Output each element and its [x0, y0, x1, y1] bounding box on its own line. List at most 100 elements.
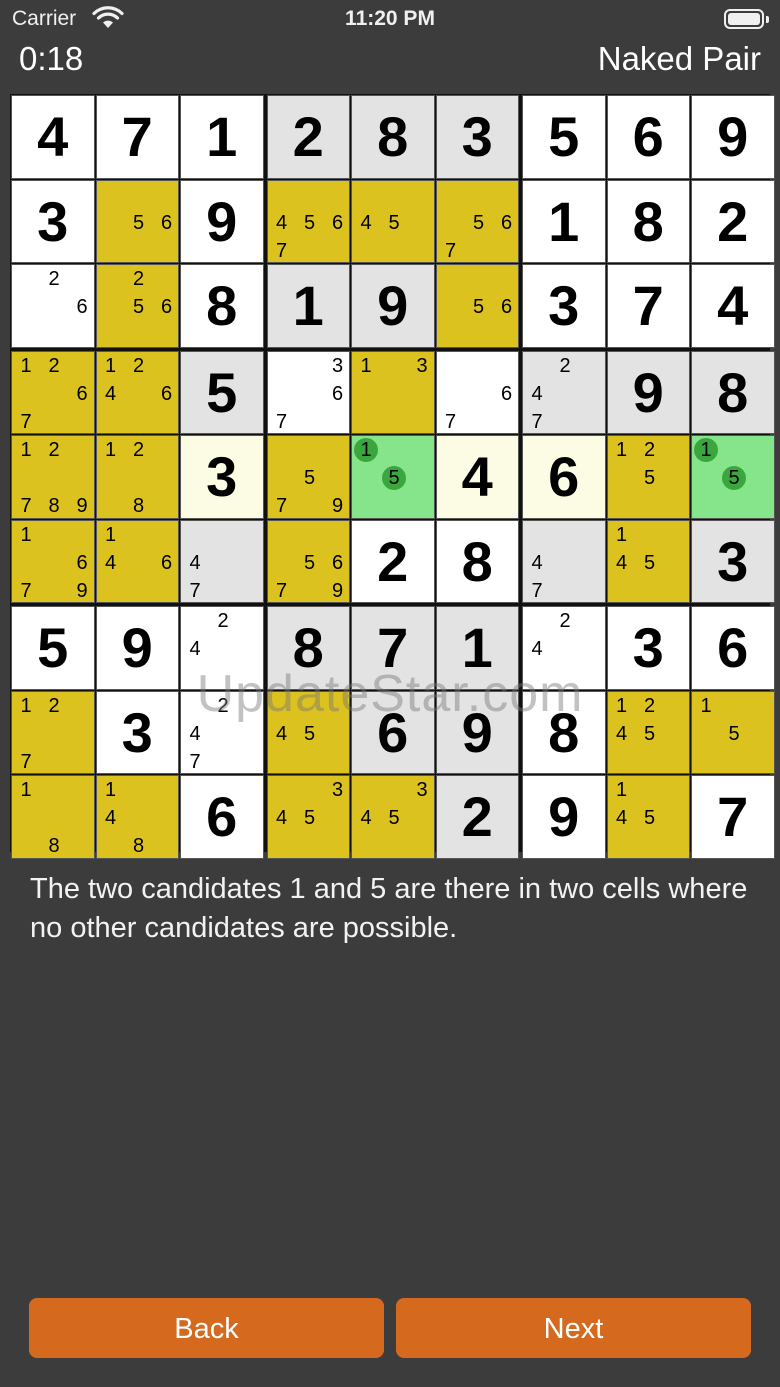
sudoku-cell-r2c7[interactable]: 1 — [522, 179, 606, 263]
sudoku-cell-r8c9[interactable]: 15 — [691, 690, 775, 774]
sudoku-cell-r2c4[interactable]: 456 7 — [266, 179, 350, 263]
sudoku-cell-r1c8[interactable]: 6 — [606, 95, 690, 179]
sudoku-cell-r7c2[interactable]: 9 — [95, 606, 179, 690]
sudoku-cell-r3c5[interactable]: 9 — [351, 264, 435, 348]
sudoku-cell-r7c6[interactable]: 1 — [435, 606, 519, 690]
sudoku-cell-r8c8[interactable]: 1245 — [606, 690, 690, 774]
candidate: 1 — [20, 694, 32, 717]
sudoku-cell-r9c4[interactable]: 3 45 — [266, 775, 350, 859]
sudoku-cell-r3c9[interactable]: 4 — [691, 264, 775, 348]
sudoku-cell-r4c6[interactable]: 67 — [435, 350, 519, 434]
sudoku-cell-r8c7[interactable]: 8 — [522, 690, 606, 774]
sudoku-cell-r6c6[interactable]: 8 — [435, 519, 519, 603]
sudoku-cell-r2c6[interactable]: 56 7 — [435, 179, 519, 263]
sudoku-cell-r4c1[interactable]: 126 7 — [11, 350, 95, 434]
sudoku-cell-r7c9[interactable]: 6 — [691, 606, 775, 690]
sudoku-cell-r4c8[interactable]: 9 — [606, 350, 690, 434]
sudoku-cell-r1c1[interactable]: 4 — [11, 95, 95, 179]
sudoku-cell-r5c2[interactable]: 12 8 — [95, 435, 179, 519]
sudoku-cell-r7c3[interactable]: 24 — [180, 606, 264, 690]
sudoku-cell-r9c3[interactable]: 6 — [180, 775, 264, 859]
sudoku-cell-r5c6[interactable]: 4 — [435, 435, 519, 519]
sudoku-cell-r9c7[interactable]: 9 — [522, 775, 606, 859]
sudoku-cell-r5c7[interactable]: 6 — [522, 435, 606, 519]
sudoku-cell-r9c9[interactable]: 7 — [691, 775, 775, 859]
sudoku-cell-r4c3[interactable]: 5 — [180, 350, 264, 434]
candidate: 6 — [160, 382, 173, 405]
sudoku-cell-r3c2[interactable]: 2 56 — [95, 264, 179, 348]
candidate: 4 — [189, 722, 201, 745]
sudoku-cell-r3c8[interactable]: 7 — [606, 264, 690, 348]
sudoku-cell-r3c7[interactable]: 3 — [522, 264, 606, 348]
back-button[interactable]: Back — [29, 1298, 384, 1358]
sudoku-cell-r6c9[interactable]: 3 — [691, 519, 775, 603]
sudoku-cell-r7c7[interactable]: 24 — [522, 606, 606, 690]
cell-value: 3 — [37, 189, 69, 253]
sudoku-cell-r8c4[interactable]: 45 — [266, 690, 350, 774]
sudoku-cell-r2c5[interactable]: 45 — [351, 179, 435, 263]
sudoku-cell-r3c3[interactable]: 8 — [180, 264, 264, 348]
sudoku-cell-r7c4[interactable]: 8 — [266, 606, 350, 690]
candidate: 1 — [20, 439, 32, 461]
highlighted-candidate: 5 — [722, 466, 746, 490]
sudoku-cell-r9c5[interactable]: 3 45 — [351, 775, 435, 859]
sudoku-cell-r2c1[interactable]: 3 — [11, 179, 95, 263]
sudoku-cell-r1c9[interactable]: 9 — [691, 95, 775, 179]
sudoku-cell-r2c3[interactable]: 9 — [180, 179, 264, 263]
sudoku-cell-r1c3[interactable]: 1 — [180, 95, 264, 179]
sudoku-cell-r4c4[interactable]: 3 6 7 — [266, 350, 350, 434]
sudoku-cell-r8c2[interactable]: 3 — [95, 690, 179, 774]
sudoku-cell-r8c6[interactable]: 9 — [435, 690, 519, 774]
sudoku-cell-r2c9[interactable]: 2 — [691, 179, 775, 263]
sudoku-cell-r1c4[interactable]: 2 — [266, 95, 350, 179]
sudoku-cell-r4c9[interactable]: 8 — [691, 350, 775, 434]
candidate: 6 — [76, 382, 88, 405]
sudoku-cell-r6c2[interactable]: 1 4 6 — [95, 519, 179, 603]
sudoku-cell-r9c2[interactable]: 1 48 — [95, 775, 179, 859]
sudoku-cell-r5c5[interactable]: 15 — [351, 435, 435, 519]
status-time: 11:20 PM — [345, 7, 435, 30]
sudoku-cell-r6c4[interactable]: 56 7 9 — [266, 519, 350, 603]
sudoku-cell-r1c7[interactable]: 5 — [522, 95, 606, 179]
sudoku-cell-r3c6[interactable]: 56 — [435, 264, 519, 348]
sudoku-cell-r3c4[interactable]: 1 — [266, 264, 350, 348]
sudoku-cell-r9c1[interactable]: 18 — [11, 775, 95, 859]
candidate: 4 — [360, 807, 372, 829]
candidate: 7 — [189, 579, 201, 602]
sudoku-cell-r5c8[interactable]: 12 5 — [606, 435, 690, 519]
sudoku-cell-r3c1[interactable]: 26 — [11, 264, 95, 348]
candidate: 1 — [360, 354, 372, 377]
sudoku-cell-r7c8[interactable]: 3 — [606, 606, 690, 690]
sudoku-cell-r7c1[interactable]: 5 — [11, 606, 95, 690]
sudoku-cell-r6c7[interactable]: 47 — [522, 519, 606, 603]
sudoku-cell-r7c5[interactable]: 7 — [351, 606, 435, 690]
candidate: 7 — [444, 410, 457, 433]
cell-value: 8 — [717, 360, 749, 424]
cell-value: 2 — [292, 105, 324, 169]
sudoku-cell-r1c5[interactable]: 8 — [351, 95, 435, 179]
sudoku-cell-r8c5[interactable]: 6 — [351, 690, 435, 774]
next-button[interactable]: Next — [396, 1298, 751, 1358]
sudoku-cell-r8c3[interactable]: 24 7 — [180, 690, 264, 774]
sudoku-cell-r4c5[interactable]: 13 — [351, 350, 435, 434]
sudoku-cell-r5c4[interactable]: 57 9 — [266, 435, 350, 519]
sudoku-cell-r9c6[interactable]: 2 — [435, 775, 519, 859]
sudoku-cell-r6c1[interactable]: 1679 — [11, 519, 95, 603]
sudoku-cell-r5c3[interactable]: 3 — [180, 435, 264, 519]
sudoku-cell-r1c6[interactable]: 3 — [435, 95, 519, 179]
sudoku-cell-r1c2[interactable]: 7 — [95, 95, 179, 179]
candidate: 2 — [132, 268, 145, 290]
cell-value: 5 — [206, 360, 238, 424]
sudoku-cell-r2c8[interactable]: 8 — [606, 179, 690, 263]
sudoku-cell-r9c8[interactable]: 1 45 — [606, 775, 690, 859]
sudoku-cell-r5c9[interactable]: 15 — [691, 435, 775, 519]
sudoku-cell-r4c7[interactable]: 24 7 — [522, 350, 606, 434]
sudoku-cell-r8c1[interactable]: 12 7 — [11, 690, 95, 774]
sudoku-cell-r5c1[interactable]: 12 789 — [11, 435, 95, 519]
cell-value: 6 — [548, 445, 580, 509]
sudoku-cell-r6c8[interactable]: 1 45 — [606, 519, 690, 603]
sudoku-cell-r6c3[interactable]: 47 — [180, 519, 264, 603]
sudoku-cell-r2c2[interactable]: 56 — [95, 179, 179, 263]
sudoku-cell-r4c2[interactable]: 124 6 — [95, 350, 179, 434]
sudoku-cell-r6c5[interactable]: 2 — [351, 519, 435, 603]
